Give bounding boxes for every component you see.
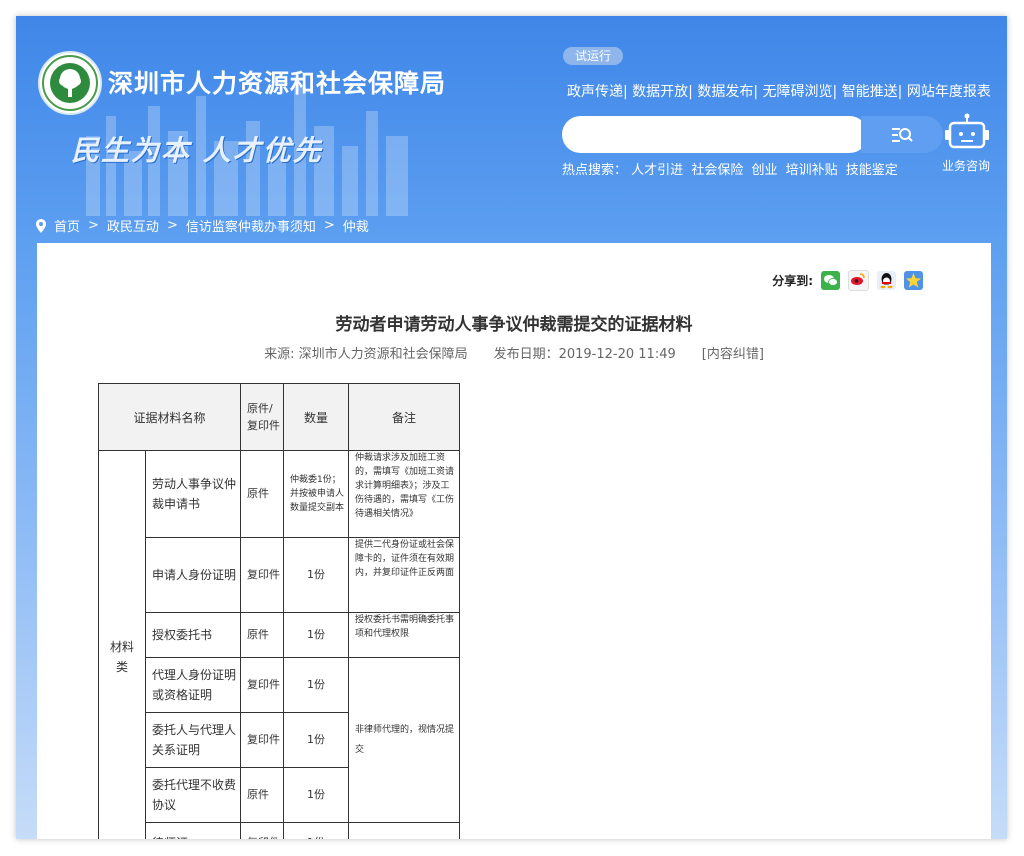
- row-type: 复印件: [240, 822, 284, 839]
- search-button[interactable]: [861, 116, 943, 153]
- top-link-annual-report[interactable]: 网站年度报表: [907, 84, 991, 100]
- breadcrumb-separator: >: [323, 218, 335, 233]
- table-row: 授权委托书 原件 1份 授权委托书需明确委托事项和代理权限: [99, 612, 460, 658]
- row-qty: 1份: [283, 612, 349, 658]
- row-qty: 1份: [283, 657, 349, 713]
- row-qty: 1份: [283, 767, 349, 823]
- row-note: [348, 822, 460, 839]
- article-source: 来源: 深圳市人力资源和社会保障局: [264, 347, 468, 362]
- hot-keyword-training[interactable]: 培训补贴: [786, 163, 838, 178]
- table-row: 律师证 复印件 1份: [99, 822, 460, 839]
- category-cell: 材料类: [98, 450, 146, 839]
- row-note: 提供二代身份证或社会保障卡的，证件须在有效期内，并复印证件正反两面: [348, 537, 460, 613]
- breadcrumb-home[interactable]: 首页: [54, 216, 80, 235]
- site-title: 深圳市人力资源和社会保障局: [108, 69, 447, 98]
- article-meta: 来源: 深圳市人力资源和社会保障局 发布日期：2019-12-20 11:49 [内…: [37, 343, 991, 362]
- article-date: 发布日期：2019-12-20 11:49: [493, 347, 676, 362]
- hot-keyword-talent[interactable]: 人才引进: [631, 163, 683, 178]
- row-name: 委托代理不收费协议: [145, 767, 241, 823]
- hot-keyword-startup[interactable]: 创业: [751, 163, 777, 178]
- top-link-policy[interactable]: 政声传递|: [567, 84, 628, 100]
- top-links: 政声传递| 数据开放| 数据发布| 无障碍浏览| 智能推送| 网站年度报表: [567, 81, 991, 101]
- robot-icon[interactable]: [944, 113, 990, 153]
- row-note: 仲裁请求涉及加班工资的，需填写《加班工资请求计算明细表》；涉及工伤待遇的，需填写…: [348, 450, 460, 538]
- row-name: 授权委托书: [145, 612, 241, 658]
- breadcrumb-interaction[interactable]: 政民互动: [107, 216, 159, 235]
- row-type: 复印件: [240, 657, 284, 713]
- top-link-data-release[interactable]: 数据发布|: [697, 84, 758, 100]
- header-type: 原件/复印件: [240, 383, 284, 451]
- header-qty: 数量: [283, 383, 349, 451]
- row-qty: 1份: [283, 822, 349, 839]
- browser-frame: 深圳市人力资源和社会保障局 民生为本 人才优先 试运行 政声传递| 数据开放| …: [16, 16, 1007, 839]
- header-note: 备注: [348, 383, 460, 451]
- breadcrumb: 首页 > 政民互动 > 信访监察仲裁办事须知 > 仲裁: [36, 216, 369, 235]
- site-header: 深圳市人力资源和社会保障局 民生为本 人才优先 试运行 政声传递| 数据开放| …: [16, 16, 1007, 216]
- share-bar: 分享到:: [772, 270, 923, 291]
- row-name: 代理人身份证明或资格证明: [145, 657, 241, 713]
- table-header-row: 证据材料名称 原件/复印件 数量 备注: [98, 383, 460, 451]
- article-panel: 分享到: 劳动者申请劳动人事争议仲裁需提交的证据材料 来源: 深圳市人力资源和社…: [37, 243, 991, 839]
- evidence-table: 证据材料名称 原件/复印件 数量 备注 材料类 劳动人事争议仲裁申请书 原件 仲…: [98, 383, 460, 839]
- row-note: 非律师代理的，视情况提交: [348, 657, 460, 823]
- trial-badge: 试运行: [563, 47, 624, 65]
- qzone-icon[interactable]: [904, 271, 923, 290]
- row-name: 委托人与代理人关系证明: [145, 712, 241, 768]
- top-link-accessibility[interactable]: 无障碍浏览|: [763, 84, 838, 100]
- row-qty: 仲裁委1份；并按被申请人数量提交副本: [283, 450, 349, 538]
- robot-label[interactable]: 业务咨询: [942, 157, 990, 174]
- row-type: 原件: [240, 450, 284, 538]
- header-name: 证据材料名称: [98, 383, 241, 451]
- breadcrumb-arbitration[interactable]: 仲裁: [343, 216, 369, 235]
- weibo-icon[interactable]: [848, 270, 869, 291]
- article-title: 劳动者申请劳动人事争议仲裁需提交的证据材料: [335, 315, 693, 335]
- hot-search-label: 热点搜索：: [562, 163, 628, 178]
- location-pin-icon: [36, 218, 46, 233]
- row-type: 原件: [240, 767, 284, 823]
- row-type: 复印件: [240, 537, 284, 613]
- row-name: 律师证: [145, 822, 241, 839]
- row-qty: 1份: [283, 537, 349, 613]
- search-input[interactable]: [562, 116, 868, 153]
- row-type: 复印件: [240, 712, 284, 768]
- top-link-smart-push[interactable]: 智能推送|: [842, 84, 903, 100]
- content-correction-link[interactable]: [内容纠错]: [702, 347, 764, 362]
- breadcrumb-separator: >: [88, 218, 99, 233]
- row-type: 原件: [240, 612, 284, 658]
- share-label: 分享到:: [772, 274, 813, 288]
- wechat-icon[interactable]: [821, 271, 840, 290]
- hot-search: 热点搜索： 人才引进 社会保险 创业 培训补贴 技能鉴定: [562, 159, 902, 178]
- table-row: 材料类 劳动人事争议仲裁申请书 原件 仲裁委1份；并按被申请人数量提交副本 仲裁…: [98, 450, 460, 839]
- table-row: 申请人身份证明 复印件 1份 提供二代身份证或社会保障卡的，证件须在有效期内，并…: [99, 537, 460, 613]
- row-name: 劳动人事争议仲裁申请书: [145, 450, 241, 538]
- row-name: 申请人身份证明: [145, 537, 241, 613]
- qq-icon[interactable]: [877, 271, 896, 290]
- breadcrumb-separator: >: [166, 218, 178, 233]
- search-icon: [892, 127, 913, 142]
- row-note: 授权委托书需明确委托事项和代理权限: [348, 612, 460, 658]
- bureau-logo[interactable]: [38, 51, 102, 115]
- hot-keyword-insurance[interactable]: 社会保险: [691, 163, 743, 178]
- breadcrumb-petition[interactable]: 信访监察仲裁办事须知: [186, 216, 316, 235]
- row-qty: 1份: [283, 712, 349, 768]
- table-row: 代理人身份证明或资格证明 复印件 1份 非律师代理的，视情况提交: [99, 657, 460, 823]
- hot-keyword-skills[interactable]: 技能鉴定: [846, 163, 898, 178]
- top-link-open-data[interactable]: 数据开放|: [632, 84, 693, 100]
- slogan: 民生为本 人才优先: [71, 134, 323, 167]
